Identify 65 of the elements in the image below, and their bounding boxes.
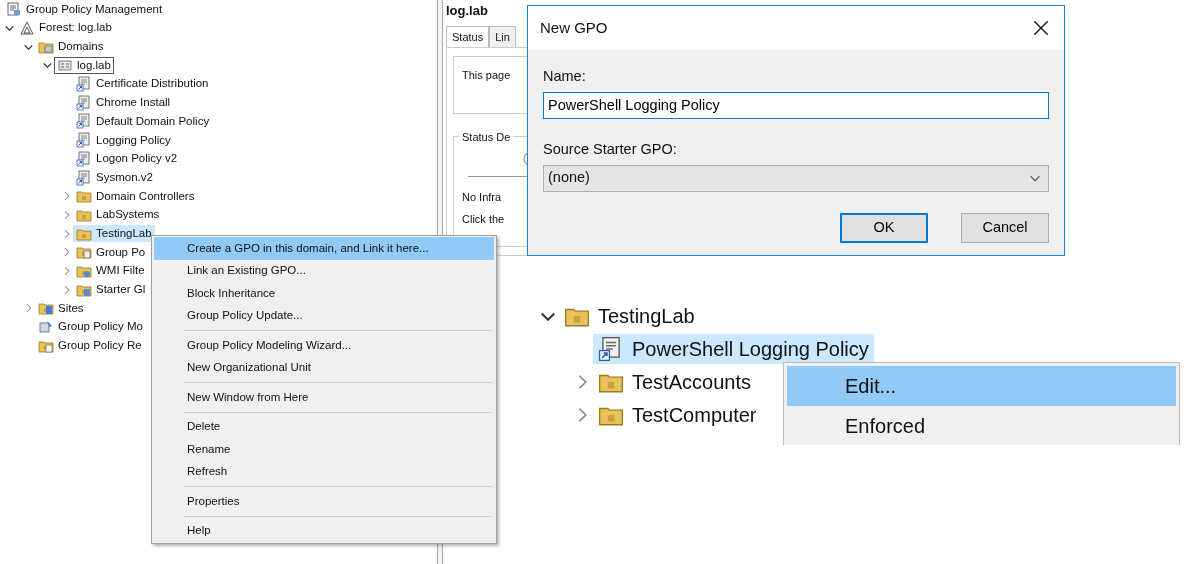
tree-item[interactable]: Forest: log.lab [16,19,115,37]
close-icon [1032,19,1050,37]
field-label: Source Starter GPO: [543,139,678,159]
tree-item[interactable]: PowerShell Logging Policy [593,333,874,364]
tree-item[interactable]: Logging Policy [73,131,174,149]
menu-item[interactable]: Group Policy Update... [154,304,494,327]
tree-item[interactable]: Domain Controllers [73,187,198,205]
menu-item[interactable]: Enforced [787,406,1176,445]
tree-item[interactable]: log.lab [54,56,114,74]
domain-icon [57,57,73,74]
menu-item[interactable]: New Organizational Unit [154,356,494,379]
menu-item[interactable]: Create a GPO in this domain, and Link it here... [154,237,494,260]
tree-item[interactable]: TestAccounts [593,366,756,397]
tree-item[interactable]: TestComputer [593,399,762,430]
gpo-link-icon [76,113,92,130]
status-text: No Infra [462,189,503,205]
tree-root[interactable]: Group Policy Management [3,0,166,18]
tree-item[interactable]: Sites [35,299,87,317]
tree-item[interactable]: Chrome Install [73,94,174,112]
menu-item[interactable]: Delete [154,415,494,438]
tree-item[interactable]: Logon Policy v2 [73,150,181,168]
info-text: This page [462,69,511,81]
folder-icon [76,188,92,205]
console-icon [6,1,22,18]
tree-item[interactable]: TestingLab [559,300,700,331]
modeling-icon [38,319,54,336]
tree-item[interactable]: TestingLab [73,225,155,243]
menu-item[interactable]: Rename [154,438,494,461]
tab[interactable]: Status [446,25,490,47]
dropdown-value: (none) [548,168,590,188]
gpo-link-icon [76,132,92,149]
field-label: Name: [543,67,587,86]
pane-title: log.lab [446,2,489,20]
tree-item[interactable]: Group Policy Mo [35,318,146,336]
tree-item[interactable]: Group Po [73,243,149,261]
tree-item[interactable]: LabSystems [73,206,163,224]
tree-item[interactable]: Default Domain Policy [73,112,213,130]
name-field[interactable]: PowerShell Logging Policy [543,91,1049,119]
folder-icon [38,300,54,317]
menu-item[interactable]: Help [154,519,494,542]
tree-item[interactable]: Group Policy Re [35,337,145,355]
tree-item[interactable]: Domains [35,38,107,56]
tree-item[interactable]: Starter Gl [73,281,149,299]
gpo-link-icon [76,94,92,111]
menu-item[interactable]: New Window from Here [154,386,494,409]
tree-item[interactable]: WMI Filte [73,262,148,280]
ok-button[interactable]: OK [840,212,928,243]
triangle-icon [19,20,35,37]
cancel-button[interactable]: Cancel [961,212,1049,243]
folder-icon [76,244,92,261]
menu-item[interactable]: Link an Existing GPO... [154,259,494,282]
menu-item[interactable]: Block Inheritance [154,282,494,305]
tree-item[interactable]: Sysmon.v2 [73,169,156,187]
gpo-link-icon [76,169,92,186]
menu-item[interactable]: Refresh [154,460,494,483]
tree-item[interactable]: Certificate Distribution [73,75,212,93]
tab[interactable]: Lin [489,25,516,47]
menu-item[interactable]: Edit... [787,366,1176,406]
menu-item[interactable]: Properties [154,490,494,513]
gpo-link-icon [76,76,92,93]
status-text: Click the [462,212,506,227]
dialog-title: New GPO [540,17,608,38]
gpo-link-icon [76,150,92,167]
menu-item[interactable]: Group Policy Modeling Wizard... [154,334,494,357]
starter-gpo-dropdown[interactable]: (none) [543,164,1049,192]
